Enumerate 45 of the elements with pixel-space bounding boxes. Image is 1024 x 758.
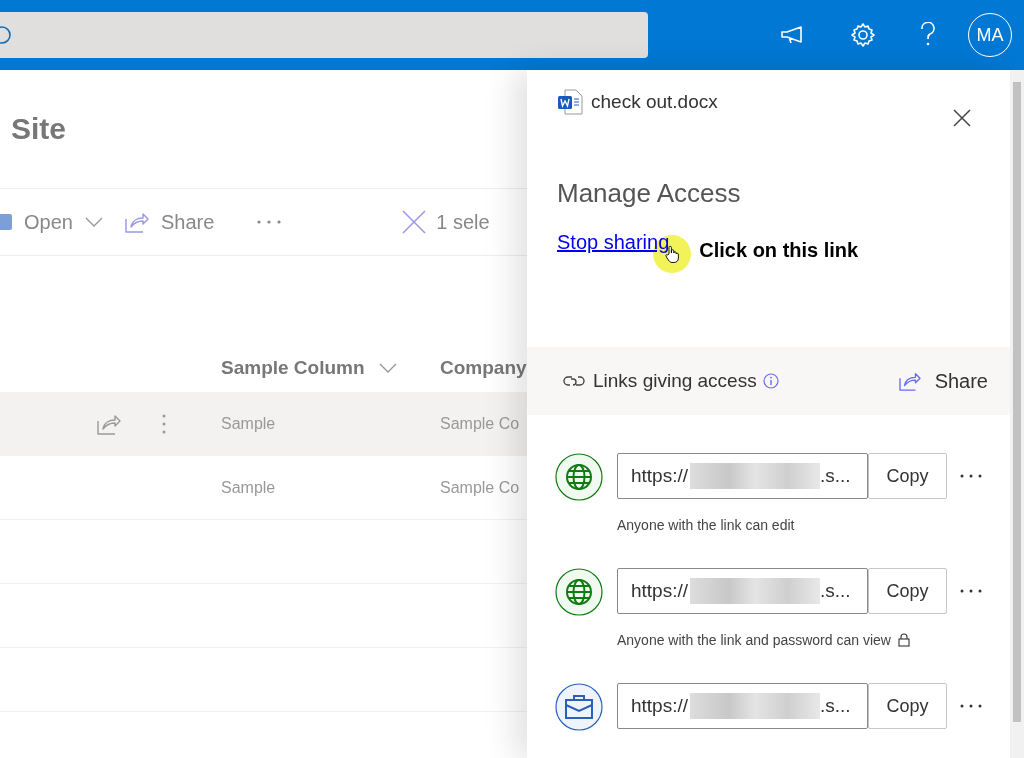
share-button[interactable]: Share	[124, 210, 215, 234]
briefcase-icon	[555, 683, 603, 731]
help-icon[interactable]	[920, 22, 936, 48]
chevron-down-icon	[378, 363, 397, 373]
table-cell-text: Sample Co	[440, 414, 521, 433]
table-cell-text: Sample Co	[440, 478, 521, 497]
search-field[interactable]	[0, 12, 648, 58]
share-icon	[124, 211, 149, 233]
globe-icon	[555, 453, 603, 501]
search-icon	[0, 24, 14, 46]
share-button[interactable]: Share	[898, 369, 988, 393]
close-icon[interactable]	[952, 108, 972, 128]
column-header[interactable]: Company	[440, 357, 527, 379]
settings-icon[interactable]	[850, 22, 876, 48]
table-cell-text: Sample	[221, 414, 277, 433]
link-url-field[interactable]: https:// .s...	[617, 568, 868, 614]
scrollbar[interactable]	[1010, 70, 1024, 758]
panel-title: Manage Access	[556, 177, 741, 209]
copy-button[interactable]: Copy	[868, 568, 947, 614]
share-icon	[898, 371, 921, 391]
globe-icon	[555, 568, 603, 616]
table-cell-text: Sample	[221, 478, 277, 497]
link-description: Anyone with the link can edit	[617, 517, 795, 533]
link-description: Anyone with the link and password can view	[617, 632, 891, 648]
link-url-field[interactable]: https:// .s...	[617, 683, 868, 729]
site-title: Site	[10, 111, 68, 146]
more-icon[interactable]	[959, 703, 983, 709]
link-icon	[563, 374, 585, 388]
copy-button[interactable]: Copy	[868, 683, 947, 729]
more-icon[interactable]	[959, 473, 983, 479]
word-document-icon	[557, 89, 583, 115]
file-name: check out.docx	[591, 91, 718, 113]
column-header[interactable]: Sample Column	[221, 357, 440, 379]
more-vertical-icon[interactable]	[161, 412, 167, 435]
open-button[interactable]: Open	[0, 210, 103, 234]
annotation-text: Click on this link	[699, 239, 859, 262]
selection-count: 1 sele	[436, 210, 490, 234]
info-icon[interactable]	[762, 373, 779, 389]
link-url-field[interactable]: https:// .s...	[617, 453, 868, 499]
share-icon[interactable]	[97, 412, 121, 435]
scrollbar-thumb[interactable]	[1013, 82, 1021, 722]
copy-button[interactable]: Copy	[868, 453, 947, 499]
chevron-down-icon	[84, 217, 103, 227]
more-icon[interactable]	[959, 588, 983, 594]
section-label: Links giving access	[593, 370, 757, 392]
